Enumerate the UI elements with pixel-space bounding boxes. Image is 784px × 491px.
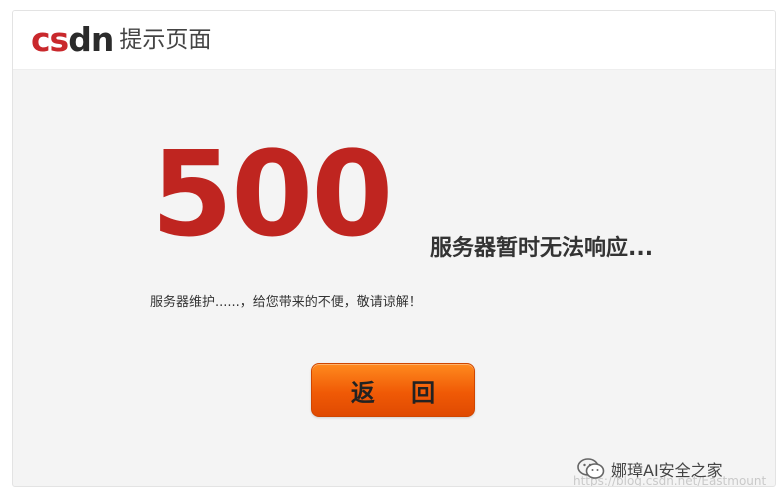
back-button[interactable]: 返 回 xyxy=(311,363,475,417)
wechat-icon xyxy=(577,458,605,479)
account-watermark: 娜璋AI安全之家 xyxy=(577,457,723,481)
error-code: 500 xyxy=(151,125,393,263)
page-title: 提示页面 xyxy=(119,27,212,53)
error-page-panel: csdn 提示页面 500 服务器暂时无法响应... 服务器维护......，给… xyxy=(12,10,776,487)
error-headline: 服务器暂时无法响应... xyxy=(430,236,654,261)
error-description: 服务器维护......，给您带来的不便，敬请谅解！ xyxy=(150,295,422,310)
csdn-logo[interactable]: csdn 提示页面 xyxy=(31,23,211,57)
account-name: 娜璋AI安全之家 xyxy=(611,461,723,480)
page-header: csdn 提示页面 xyxy=(13,11,775,70)
csdn-logo-mark: csdn xyxy=(31,20,114,59)
back-button-label: 返 回 xyxy=(350,378,450,407)
